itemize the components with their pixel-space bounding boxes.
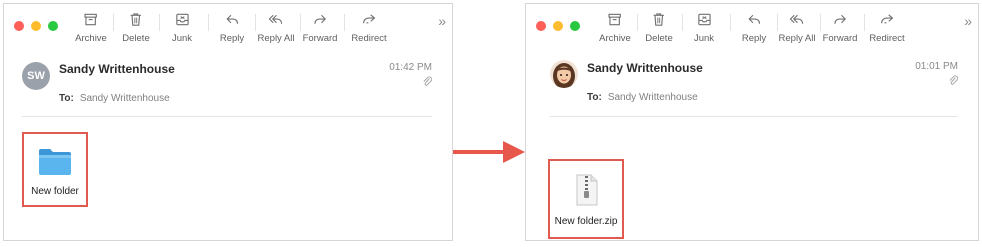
- toolbar-divider: [864, 14, 865, 31]
- delete-button[interactable]: Delete: [645, 12, 673, 44]
- attachment-name: New folder: [31, 186, 79, 197]
- junk-label: Junk: [693, 33, 715, 44]
- message-time: 01:42 PM: [389, 62, 432, 73]
- redirect-button[interactable]: Redirect: [351, 12, 387, 44]
- archive-button[interactable]: Archive: [75, 12, 107, 44]
- zip-file-icon: [576, 174, 598, 206]
- redirect-button[interactable]: Redirect: [869, 12, 905, 44]
- reply-all-icon: [268, 14, 283, 24]
- message-header: SW Sandy Writtenhouse To: Sandy Writtenho…: [22, 60, 432, 117]
- memoji-avatar: [550, 60, 578, 88]
- junk-button[interactable]: Junk: [172, 12, 192, 44]
- reply-all-button[interactable]: Reply All: [257, 12, 295, 44]
- redirect-icon: [881, 14, 894, 24]
- archive-button[interactable]: Archive: [599, 12, 631, 44]
- minimize-window-button[interactable]: [553, 21, 563, 31]
- reply-label: Reply: [219, 33, 245, 44]
- forward-label: Forward: [302, 33, 338, 44]
- message-header: Sandy Writtenhouse To: Sandy Writtenhouse…: [550, 59, 958, 117]
- sender-name[interactable]: Sandy Writtenhouse: [59, 62, 175, 76]
- chevron-double-right-icon[interactable]: »: [964, 13, 972, 29]
- arrow-right-icon: [453, 141, 525, 163]
- toolbar-divider: [682, 14, 683, 31]
- paperclip-icon: [949, 75, 958, 85]
- trash-icon: [653, 13, 665, 26]
- to-label: To:: [587, 92, 602, 103]
- sender-name[interactable]: Sandy Writtenhouse: [587, 61, 703, 75]
- reply-all-label: Reply All: [778, 33, 816, 44]
- delete-button[interactable]: Delete: [122, 12, 150, 44]
- junk-tray-icon: [175, 13, 189, 26]
- to-label: To:: [59, 93, 74, 104]
- attachment-zip-file[interactable]: New folder.zip: [548, 159, 624, 239]
- folder-icon: [39, 149, 71, 175]
- window-controls: [536, 21, 580, 31]
- archive-label: Archive: [75, 33, 107, 44]
- forward-icon: [314, 14, 326, 24]
- recipient-row: To: Sandy Writtenhouse: [587, 92, 698, 103]
- reply-all-button[interactable]: Reply All: [778, 12, 816, 44]
- recipient-row: To: Sandy Writtenhouse: [59, 93, 170, 104]
- reply-icon: [748, 14, 760, 24]
- forward-button[interactable]: Forward: [822, 12, 858, 44]
- toolbar-divider: [300, 14, 301, 31]
- reply-all-icon: [789, 14, 804, 24]
- toolbar-divider: [159, 14, 160, 31]
- toolbar-divider: [820, 14, 821, 31]
- zoom-window-button[interactable]: [570, 21, 580, 31]
- forward-icon: [834, 14, 846, 24]
- toolbar-divider: [208, 14, 209, 31]
- redirect-label: Redirect: [869, 33, 905, 44]
- archive-label: Archive: [599, 33, 631, 44]
- paperclip-icon: [423, 76, 432, 86]
- reply-icon: [226, 14, 238, 24]
- toolbar-divider: [344, 14, 345, 31]
- delete-label: Delete: [645, 33, 673, 44]
- minimize-window-button[interactable]: [31, 21, 41, 31]
- attachment-folder[interactable]: New folder: [22, 132, 88, 207]
- toolbar-divider: [730, 14, 731, 31]
- recipient-name[interactable]: Sandy Writtenhouse: [80, 93, 170, 104]
- forward-button[interactable]: Forward: [302, 12, 338, 44]
- recipient-name[interactable]: Sandy Writtenhouse: [608, 92, 698, 103]
- forward-label: Forward: [822, 33, 858, 44]
- reply-button[interactable]: Reply: [742, 12, 766, 44]
- avatar: SW: [22, 62, 50, 90]
- message-time: 01:01 PM: [915, 61, 958, 72]
- delete-label: Delete: [122, 33, 150, 44]
- attachment-name: New folder.zip: [554, 216, 618, 227]
- chevron-double-right-icon[interactable]: »: [438, 13, 446, 29]
- close-window-button[interactable]: [14, 21, 24, 31]
- archive-icon: [84, 13, 98, 26]
- toolbar-divider: [255, 14, 256, 31]
- mail-window-before: Archive Delete Junk Reply Reply All Forw…: [3, 3, 453, 241]
- window-controls: [14, 21, 58, 31]
- close-window-button[interactable]: [536, 21, 546, 31]
- zoom-window-button[interactable]: [48, 21, 58, 31]
- junk-label: Junk: [171, 33, 193, 44]
- redirect-icon: [363, 14, 376, 24]
- reply-all-label: Reply All: [257, 33, 295, 44]
- reply-button[interactable]: Reply: [220, 12, 244, 44]
- reply-label: Reply: [741, 33, 767, 44]
- archive-icon: [608, 13, 622, 26]
- junk-tray-icon: [697, 13, 711, 26]
- toolbar-divider: [637, 14, 638, 31]
- trash-icon: [130, 13, 142, 26]
- junk-button[interactable]: Junk: [694, 12, 714, 44]
- toolbar-divider: [113, 14, 114, 31]
- redirect-label: Redirect: [351, 33, 387, 44]
- mail-window-after: Archive Delete Junk Reply Reply All Forw…: [525, 3, 979, 241]
